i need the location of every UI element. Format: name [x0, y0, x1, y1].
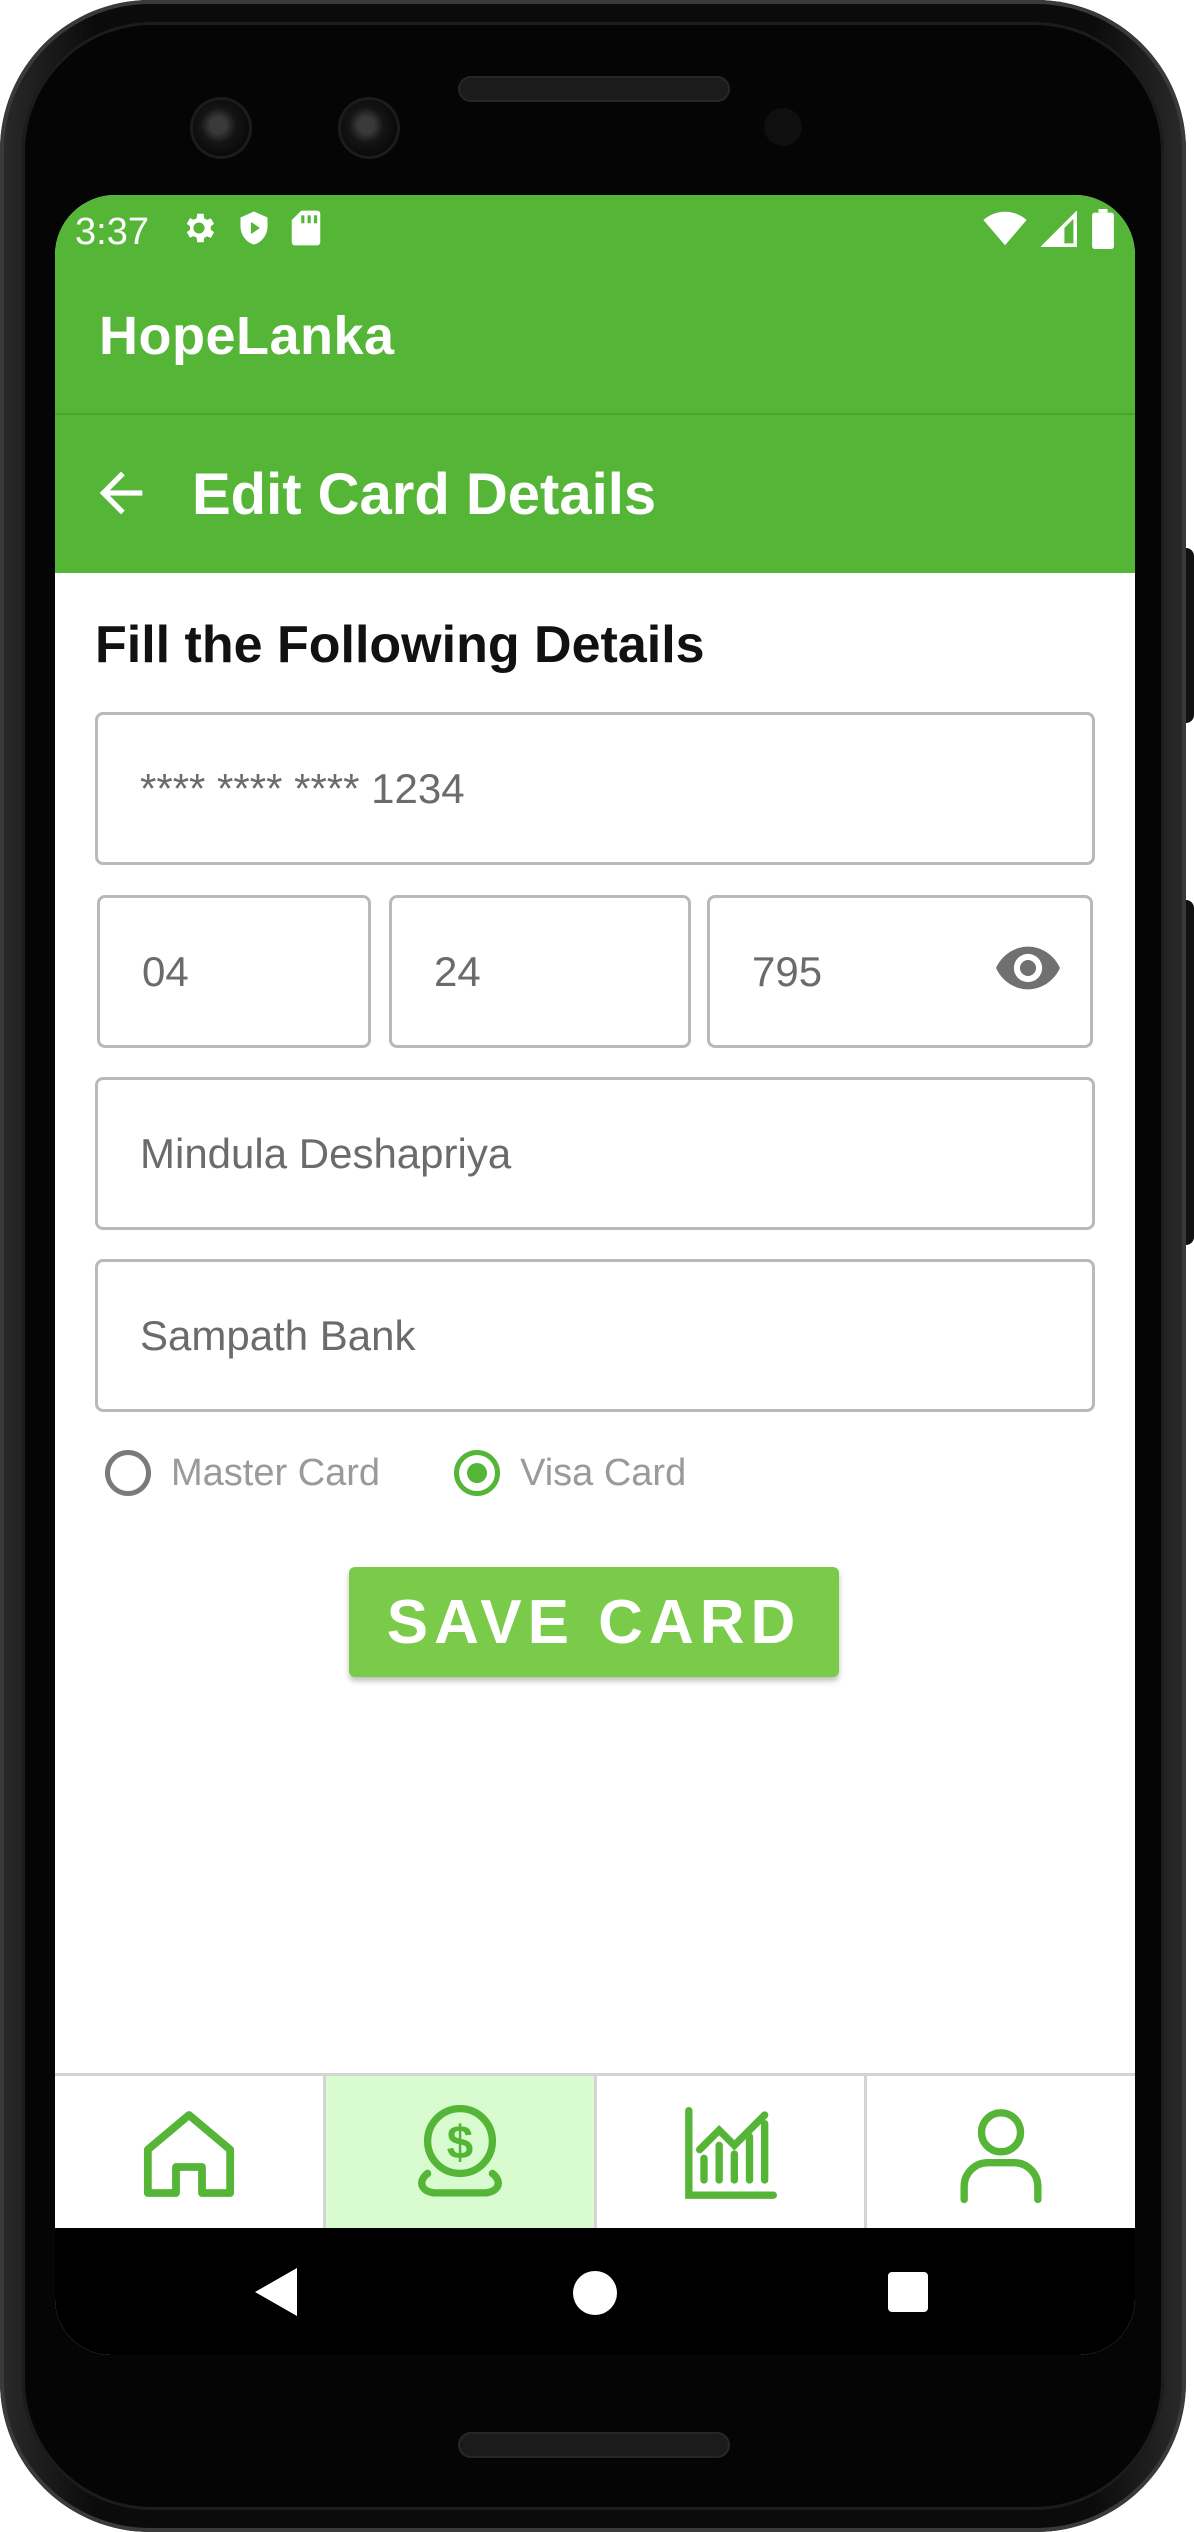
- status-time: 3:37: [75, 211, 149, 253]
- nav-home[interactable]: [55, 2076, 326, 2231]
- nav-payments[interactable]: $: [325, 2076, 597, 2231]
- card-number-input[interactable]: [98, 715, 1092, 862]
- card-type-group: Master Card Visa Card: [105, 1450, 686, 1496]
- front-camera-icon: [193, 100, 249, 156]
- bank-name-input[interactable]: [98, 1262, 1092, 1409]
- coin-payment-icon: $: [417, 2104, 502, 2197]
- page-title: Edit Card Details: [192, 462, 657, 527]
- app-title: HopeLanka: [99, 306, 395, 366]
- status-bar: 3:37: [55, 195, 1135, 275]
- cardholder-name-field: [95, 1077, 1095, 1230]
- app-bar: HopeLanka: [55, 275, 1135, 415]
- eye-icon: [996, 946, 1060, 990]
- proximity-sensor: [764, 108, 802, 146]
- system-back-button[interactable]: [255, 2268, 297, 2321]
- nav-profile[interactable]: [867, 2076, 1135, 2231]
- bank-name-field: [95, 1259, 1095, 1412]
- nav-statistics[interactable]: [597, 2076, 868, 2231]
- svg-text:$: $: [446, 2116, 472, 2169]
- radio-master-card[interactable]: Master Card: [105, 1450, 380, 1496]
- front-camera-icon: [341, 100, 397, 156]
- signal-icon: [1040, 210, 1077, 252]
- form-section-title: Fill the Following Details: [95, 616, 705, 674]
- expiry-year-input[interactable]: [392, 898, 688, 1045]
- circle-home-icon: [573, 2271, 617, 2315]
- system-navigation-bar: [55, 2228, 1135, 2355]
- power-button: [1186, 548, 1194, 723]
- expiry-month-input[interactable]: [100, 898, 368, 1045]
- radio-label: Master Card: [171, 1451, 381, 1494]
- expiry-month-field: [97, 895, 371, 1048]
- system-recents-button[interactable]: [888, 2272, 928, 2317]
- sd-card-icon: [290, 209, 322, 252]
- radio-label: Visa Card: [520, 1451, 687, 1494]
- screen: 3:37 HopeLanka Edit Card Details Fill th…: [55, 195, 1135, 2355]
- home-icon: [143, 2110, 234, 2197]
- back-button[interactable]: [89, 461, 153, 525]
- expiry-year-field: [389, 895, 691, 1048]
- card-number-field: [95, 712, 1095, 865]
- radio-unchecked-icon: [105, 1450, 151, 1496]
- toggle-visibility-button[interactable]: [996, 944, 1060, 992]
- save-card-button[interactable]: SAVE CARD: [349, 1567, 839, 1677]
- volume-button: [1186, 900, 1194, 1245]
- cvv-field: [707, 895, 1093, 1048]
- battery-icon: [1091, 209, 1115, 254]
- chart-icon: [685, 2106, 778, 2199]
- radio-checked-icon: [454, 1450, 501, 1496]
- gear-icon: [180, 209, 218, 252]
- radio-visa-card[interactable]: Visa Card: [454, 1450, 686, 1496]
- bottom-navigation: $: [55, 2073, 1135, 2231]
- bottom-speaker: [458, 2432, 730, 2458]
- system-home-button[interactable]: [573, 2271, 617, 2320]
- arrow-left-icon: [99, 471, 143, 515]
- top-speaker: [458, 76, 730, 102]
- triangle-back-icon: [255, 2268, 297, 2316]
- cardholder-name-input[interactable]: [98, 1080, 1092, 1227]
- shield-icon: [236, 209, 272, 252]
- page-header: Edit Card Details: [55, 415, 1135, 573]
- square-recents-icon: [888, 2272, 928, 2312]
- wifi-icon: [983, 211, 1027, 252]
- user-icon: [960, 2108, 1042, 2203]
